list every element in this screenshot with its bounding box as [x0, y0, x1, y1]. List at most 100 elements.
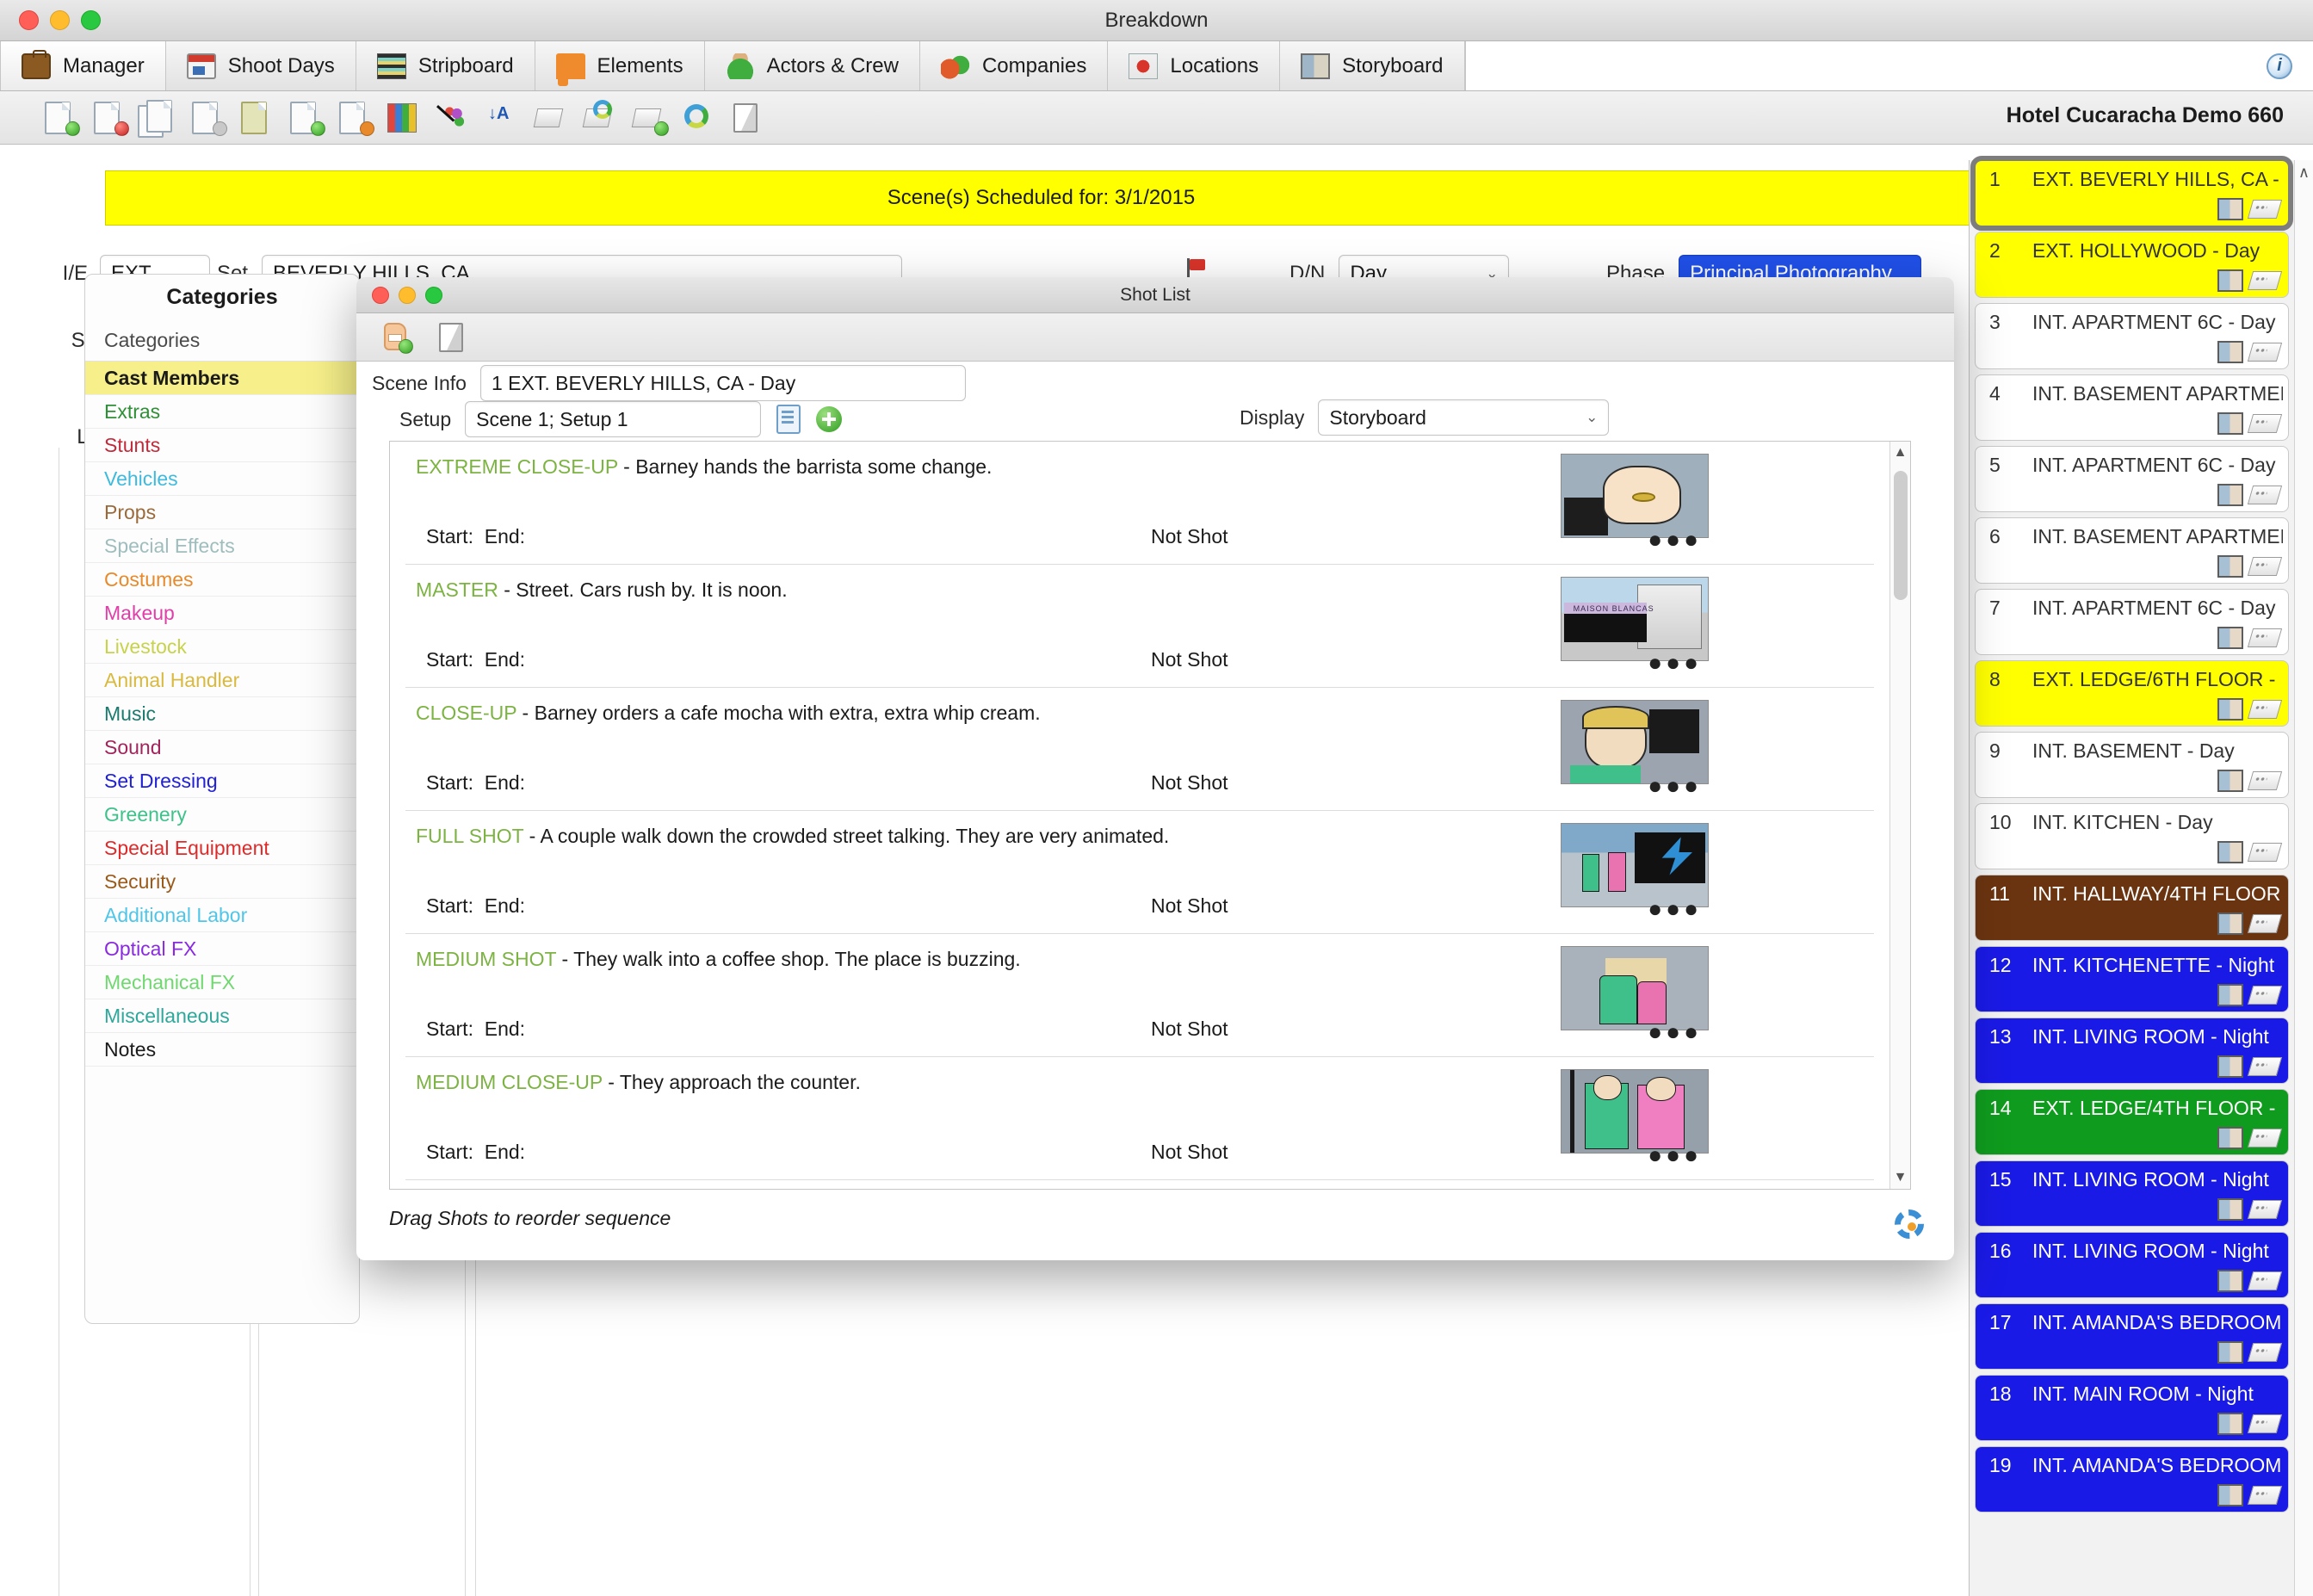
scroll-down-icon[interactable]: ▼ [1890, 1170, 1910, 1185]
scene-list-scrollbar[interactable]: ∧ [2294, 160, 2313, 1596]
script-page-icon[interactable] [2248, 414, 2282, 433]
gear-icon[interactable] [1895, 1209, 1924, 1239]
script-page-icon[interactable] [2248, 200, 2282, 219]
tab-elements[interactable]: Elements [535, 41, 705, 90]
scene-list-item[interactable]: 10INT. KITCHEN - Day [1975, 803, 2289, 869]
shot-start-end[interactable]: Start: End: [426, 771, 525, 795]
shot-menu-icon[interactable]: ●●● [1648, 528, 1702, 552]
tab-manager[interactable]: Manager [0, 41, 166, 90]
add-icon[interactable] [816, 406, 842, 432]
info-icon[interactable]: i [2267, 53, 2292, 79]
shot-menu-icon[interactable]: ●●● [1648, 1020, 1702, 1044]
scene-list-item[interactable]: 9INT. BASEMENT - Day [1975, 732, 2289, 798]
scene-list-item[interactable]: 16INT. LIVING ROOM - Night [1975, 1232, 2289, 1298]
scene-list-item[interactable]: 12INT. KITCHENETTE - Night [1975, 946, 2289, 1012]
setup-input[interactable]: Scene 1; Setup 1 [465, 401, 761, 437]
tab-shoot-days[interactable]: Shoot Days [166, 41, 356, 90]
category-item[interactable]: Optical FX [85, 932, 359, 966]
document-edit-icon[interactable] [329, 98, 378, 138]
scene-info-group[interactable]: Scene Info 1 EXT. BEVERLY HILLS, CA - Da… [372, 365, 966, 401]
shot-list-table[interactable]: EXTREME CLOSE-UP - Barney hands the barr… [389, 441, 1911, 1190]
script-page-icon[interactable] [2248, 628, 2282, 647]
document-link-icon[interactable] [182, 98, 231, 138]
storyboard-icon[interactable] [2217, 269, 2243, 292]
category-item[interactable]: Stunts [85, 429, 359, 462]
strip-refresh-icon[interactable] [574, 98, 623, 138]
scene-list-item[interactable]: 6INT. BASEMENT APARTMENT [1975, 517, 2289, 584]
setup-group[interactable]: Setup Scene 1; Setup 1 [399, 401, 842, 437]
storyboard-icon[interactable] [2217, 841, 2243, 863]
category-item[interactable]: Extras [85, 395, 359, 429]
category-item[interactable]: Mechanical FX [85, 966, 359, 999]
storyboard-icon[interactable] [2217, 1127, 2243, 1149]
shot-row[interactable]: CLOSE-UP - Barney orders a cafe mocha wi… [405, 688, 1874, 811]
script-page-icon[interactable] [2248, 1057, 2282, 1076]
storyboard-icon[interactable] [2217, 1055, 2243, 1078]
script-page-icon[interactable] [2248, 914, 2282, 933]
categories-list[interactable]: Cast MembersExtrasStuntsVehiclesPropsSpe… [85, 361, 359, 1067]
main-tab-bar[interactable]: Manager Shoot Days Stripboard Elements A… [0, 41, 2313, 91]
add-shot-icon[interactable] [379, 319, 415, 356]
list-icon[interactable] [231, 98, 280, 138]
tab-actors-crew[interactable]: Actors & Crew [705, 41, 920, 90]
scrollbar-thumb[interactable] [1894, 471, 1908, 600]
tab-storyboard[interactable]: Storyboard [1280, 41, 1464, 90]
script-page-icon[interactable] [2248, 986, 2282, 1005]
shot-start-end[interactable]: Start: End: [426, 525, 525, 548]
category-item[interactable]: Security [85, 865, 359, 899]
storyboard-icon[interactable] [2217, 555, 2243, 578]
storyboard-icon[interactable] [2217, 1270, 2243, 1292]
script-page-icon[interactable] [2248, 1129, 2282, 1148]
storyboard-icon[interactable] [2217, 1341, 2243, 1364]
category-item[interactable]: Cast Members [85, 362, 359, 395]
shot-start-end[interactable]: Start: End: [426, 648, 525, 671]
category-item[interactable]: Special Effects [85, 529, 359, 563]
scene-list-item[interactable]: 3INT. APARTMENT 6C - Day [1975, 303, 2289, 369]
script-page-icon[interactable] [2248, 557, 2282, 576]
scene-list-item[interactable]: 19INT. AMANDA'S BEDROOM - [1975, 1446, 2289, 1512]
category-item[interactable]: Livestock [85, 630, 359, 664]
display-group[interactable]: Display Storyboard ⌄ [1240, 399, 1609, 436]
category-item[interactable]: Set Dressing [85, 764, 359, 798]
shot-menu-icon[interactable]: ●●● [1648, 897, 1702, 921]
scene-list-item[interactable]: 13INT. LIVING ROOM - Night [1975, 1018, 2289, 1084]
storyboard-icon[interactable] [2217, 1198, 2243, 1221]
duplicate-document-icon[interactable] [133, 98, 182, 138]
storyboard-icon[interactable] [2217, 1484, 2243, 1506]
color-palette-icon[interactable] [427, 98, 476, 138]
script-page-icon[interactable] [2248, 771, 2282, 790]
category-item[interactable]: Additional Labor [85, 899, 359, 932]
display-select[interactable]: Storyboard ⌄ [1318, 399, 1609, 436]
script-page-icon[interactable] [2248, 486, 2282, 504]
script-page-icon[interactable] [2248, 1200, 2282, 1219]
note-icon[interactable] [776, 405, 801, 434]
scene-list-item[interactable]: 4INT. BASEMENT APARTMENT [1975, 374, 2289, 441]
storyboard-icon[interactable] [2217, 984, 2243, 1006]
scene-list-item[interactable]: 15INT. LIVING ROOM - Night [1975, 1160, 2289, 1227]
script-page-icon[interactable] [2248, 700, 2282, 719]
scene-list-item[interactable]: 1EXT. BEVERLY HILLS, CA - [1975, 160, 2289, 226]
category-item[interactable]: Music [85, 697, 359, 731]
strip-add-icon[interactable] [623, 98, 672, 138]
category-item[interactable]: Special Equipment [85, 832, 359, 865]
script-page-icon[interactable] [2248, 1343, 2282, 1362]
shot-start-end[interactable]: Start: End: [426, 894, 525, 918]
shot-row[interactable]: MASTER - Street. Cars rush by. It is noo… [405, 565, 1874, 688]
scene-list-item[interactable]: 5INT. APARTMENT 6C - Day [1975, 446, 2289, 512]
storyboard-icon[interactable] [2217, 912, 2243, 935]
shot-menu-icon[interactable]: ●●● [1648, 651, 1702, 675]
script-page-icon[interactable] [2248, 1414, 2282, 1433]
shot-start-end[interactable]: Start: End: [426, 1018, 525, 1041]
script-page-icon[interactable] [2248, 1486, 2282, 1505]
new-document-icon[interactable] [34, 98, 83, 138]
box-icon[interactable] [721, 98, 770, 138]
dialog-toolbar[interactable] [356, 313, 1954, 362]
script-page-icon[interactable] [2248, 343, 2282, 362]
shot-menu-icon[interactable]: ●●● [1648, 1143, 1702, 1167]
storyboard-icon[interactable] [2217, 1413, 2243, 1435]
shot-start-end[interactable]: Start: End: [426, 1141, 525, 1164]
storyboard-icon[interactable] [2217, 484, 2243, 506]
category-item[interactable]: Costumes [85, 563, 359, 597]
category-item[interactable]: Notes [85, 1033, 359, 1067]
scene-list-item[interactable]: 18INT. MAIN ROOM - Night [1975, 1375, 2289, 1441]
